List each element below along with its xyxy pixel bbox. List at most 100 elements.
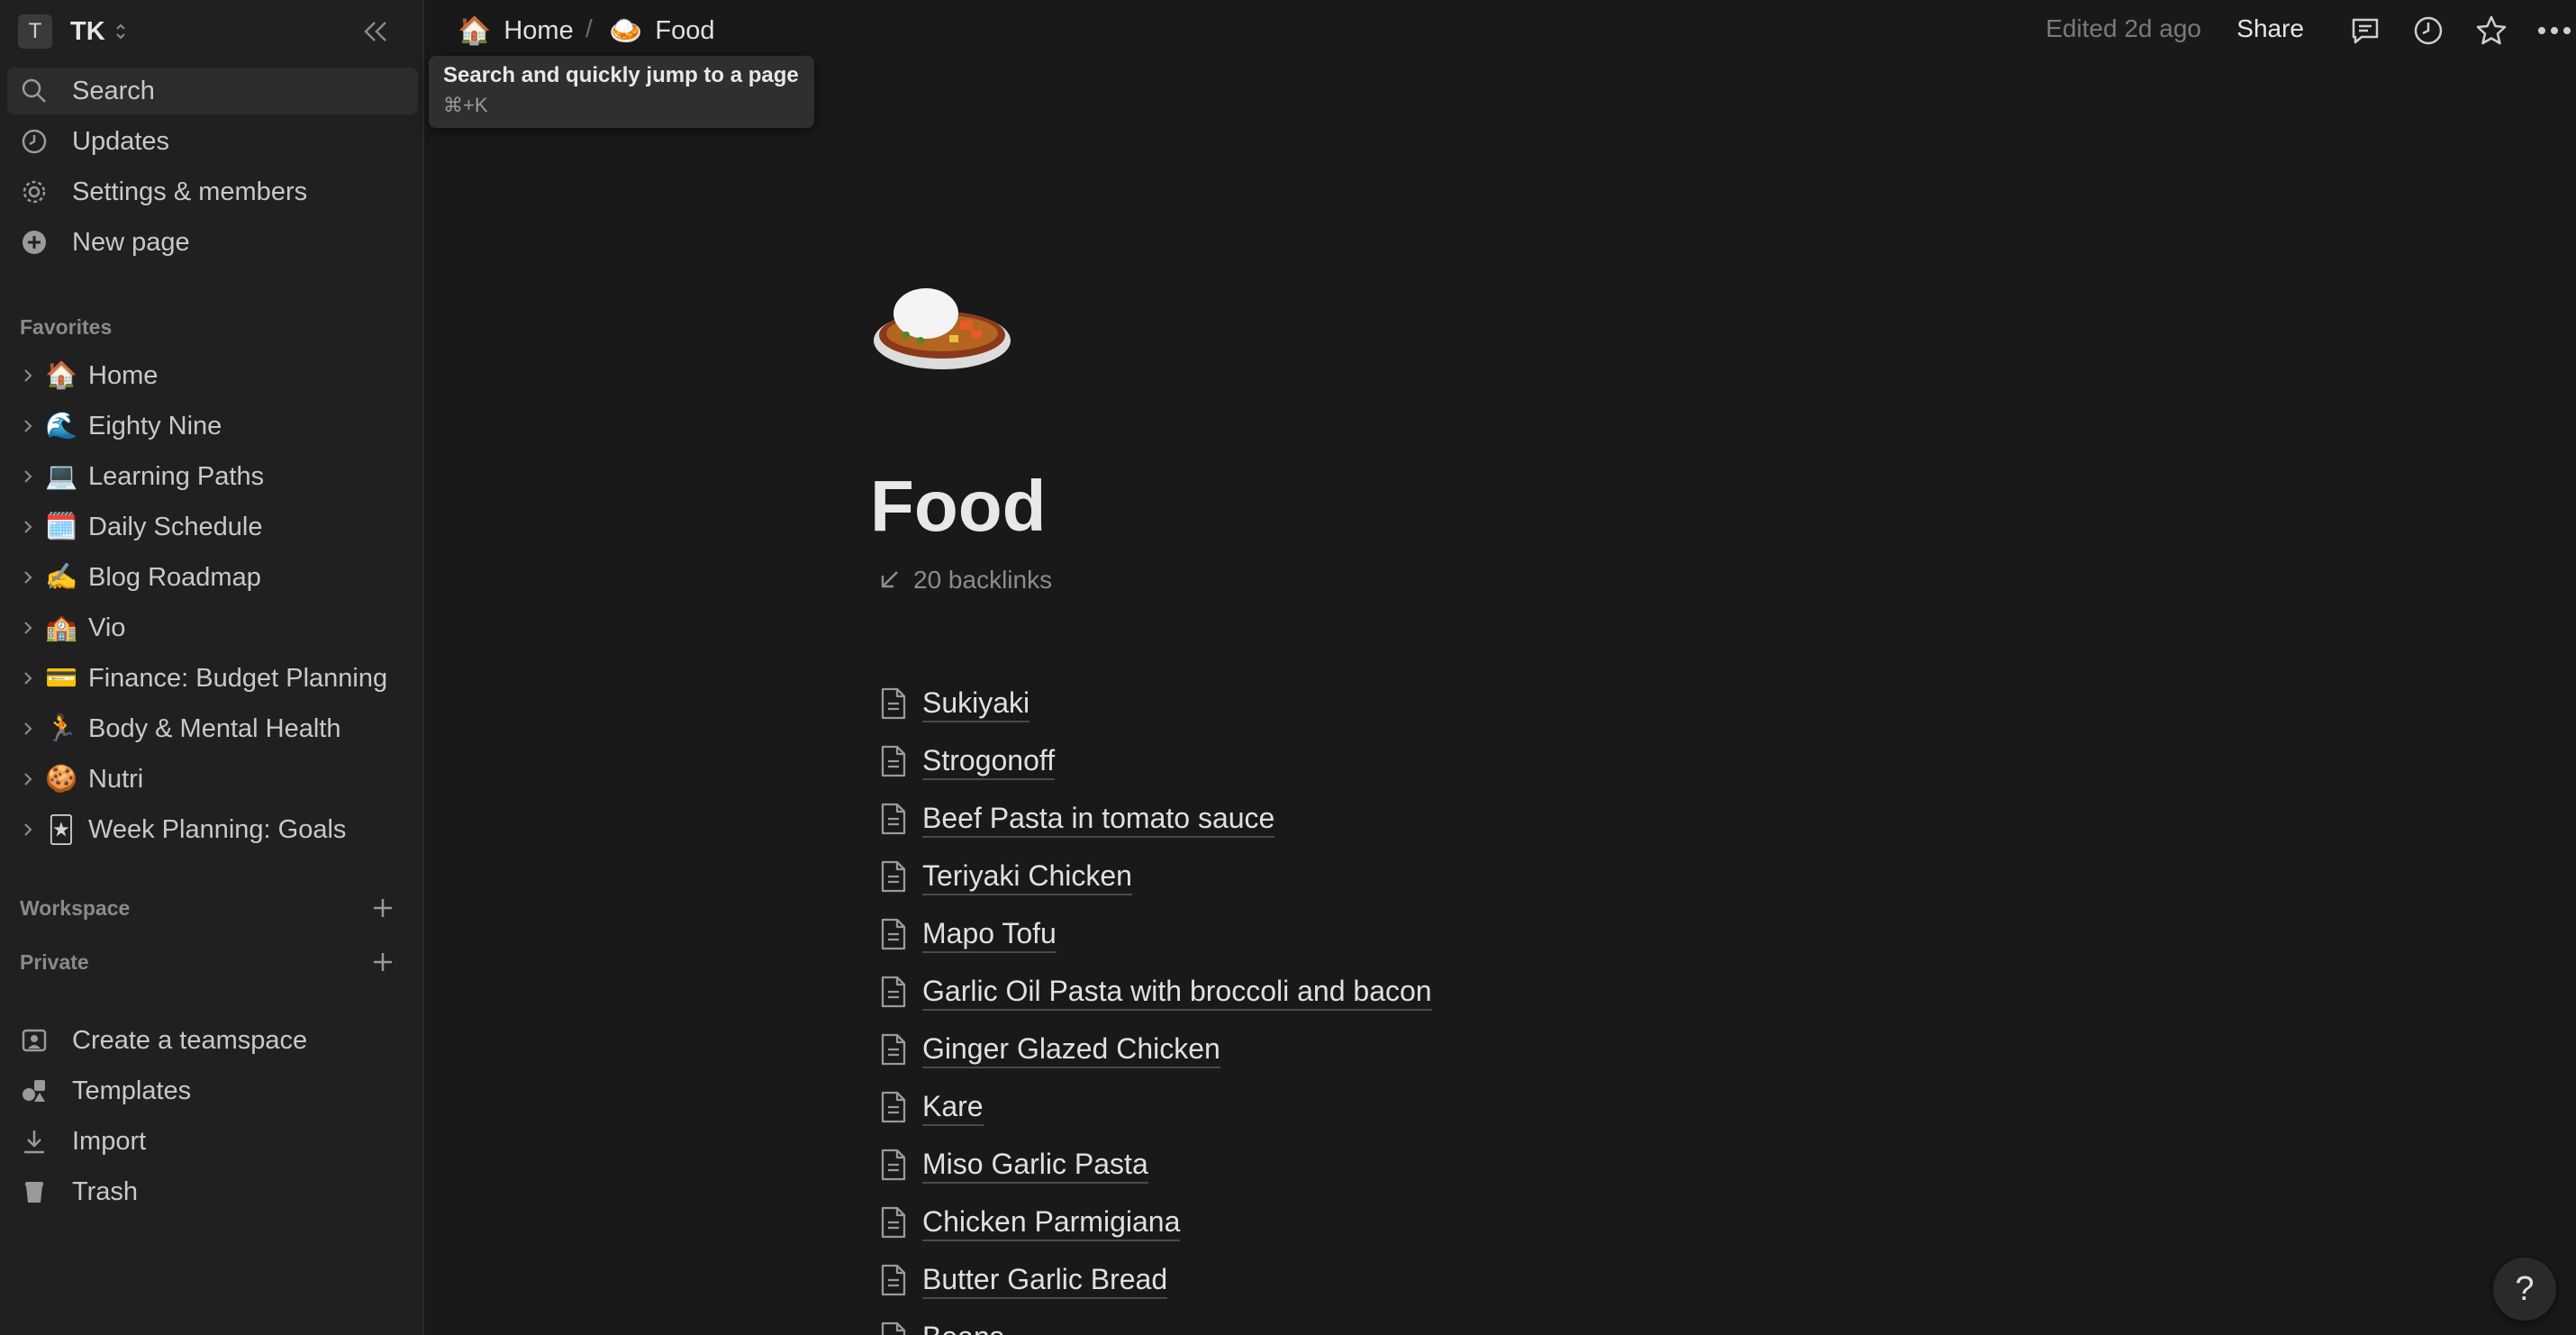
sidebar-trash[interactable]: Trash	[7, 1168, 418, 1215]
chevron-right-icon[interactable]	[14, 756, 41, 803]
page-link-item[interactable]: Beef Pasta in tomato sauce	[875, 795, 1275, 842]
writing-hand-emoji-icon: ✍️	[44, 563, 78, 592]
favorite-label: Nutri	[88, 764, 144, 794]
page-link-label: Ginger Glazed Chicken	[922, 1031, 1220, 1068]
workspace-heading[interactable]: Workspace	[20, 896, 130, 921]
favorite-item-eighty-nine[interactable]: 🌊 Eighty Nine	[7, 403, 418, 450]
workspace-switcher[interactable]: T TK	[18, 14, 127, 49]
page-link-label: Beef Pasta in tomato sauce	[922, 800, 1275, 838]
backlinks-button[interactable]: 20 backlinks	[875, 566, 1052, 595]
favorites-heading: Favorites	[20, 315, 113, 339]
favorite-item-week-planning[interactable]: 🃏 Week Planning: Goals	[7, 806, 418, 853]
page-link-item[interactable]: Chicken Parmigiana	[875, 1199, 1181, 1246]
favorite-star-icon[interactable]	[2473, 13, 2509, 49]
joker-card-emoji-icon: 🃏	[48, 815, 75, 845]
laptop-emoji-icon: 💻	[44, 462, 78, 491]
page-link-item[interactable]: Miso Garlic Pasta	[875, 1141, 1148, 1188]
page-link-label: Sukiyaki	[922, 685, 1030, 722]
credit-card-emoji-icon: 💳	[44, 664, 78, 693]
gear-icon	[14, 168, 54, 215]
sidebar-templates[interactable]: Templates	[7, 1067, 418, 1114]
chevron-right-icon[interactable]	[14, 554, 41, 601]
sidebar-import[interactable]: Import	[7, 1118, 418, 1165]
topbar: 🏠 Home / 🍛 Food Edited 2d ago Share	[425, 0, 2576, 61]
favorite-item-vio[interactable]: 🏫 Vio	[7, 604, 418, 651]
arrow-down-left-icon	[881, 571, 898, 588]
curry-emoji-icon: 🍛	[609, 15, 643, 46]
page-link-item[interactable]: Garlic Oil Pasta with broccoli and bacon	[875, 968, 1432, 1015]
page-title[interactable]: Food	[870, 465, 1046, 548]
page-document-icon	[875, 1144, 912, 1185]
sidebar-search[interactable]: Search	[7, 68, 418, 114]
sidebar-settings[interactable]: Settings & members	[7, 168, 418, 215]
page-document-icon	[875, 798, 912, 840]
curry-rice-page-icon[interactable]	[870, 270, 1014, 378]
add-private-page-icon[interactable]	[369, 949, 396, 976]
page-link-item[interactable]: Beans	[875, 1314, 1004, 1335]
private-heading[interactable]: Private	[20, 950, 89, 975]
favorite-label: Home	[88, 360, 159, 390]
sidebar: T TK Search Updates Settings & members N…	[0, 0, 424, 1335]
more-options-icon[interactable]	[2536, 13, 2572, 49]
chevron-right-icon[interactable]	[14, 705, 41, 752]
sidebar-import-label: Import	[72, 1126, 147, 1156]
sidebar-trash-label: Trash	[72, 1176, 139, 1206]
page-link-item[interactable]: Teriyaki Chicken	[875, 853, 1132, 900]
workspace-name: TK	[70, 16, 105, 46]
page-document-icon	[875, 683, 912, 724]
page-link-label: Teriyaki Chicken	[922, 858, 1132, 895]
breadcrumb-home-label: Home	[503, 15, 574, 45]
favorite-label: Learning Paths	[88, 461, 265, 491]
page-document-icon	[875, 856, 912, 897]
favorite-item-nutri[interactable]: 🍪 Nutri	[7, 756, 418, 803]
chevron-up-down-icon	[115, 23, 125, 40]
favorite-item-daily-schedule[interactable]: 🗓️ Daily Schedule	[7, 504, 418, 550]
favorite-item-body-mental-health[interactable]: 🏃 Body & Mental Health	[7, 705, 418, 752]
favorite-item-learning-paths[interactable]: 💻 Learning Paths	[7, 453, 418, 500]
sidebar-updates-label: Updates	[72, 126, 170, 156]
page-link-item[interactable]: Strogonoff	[875, 738, 1056, 785]
page-link-item[interactable]: Kare	[875, 1084, 984, 1131]
sidebar-new-page[interactable]: New page	[7, 219, 418, 266]
chevron-right-icon[interactable]	[14, 504, 41, 550]
sidebar-search-label: Search	[72, 76, 155, 105]
page-link-item[interactable]: Ginger Glazed Chicken	[875, 1026, 1220, 1073]
favorite-item-home[interactable]: 🏠 Home	[7, 352, 418, 399]
page-document-icon	[875, 1317, 912, 1335]
chevron-right-icon[interactable]	[14, 453, 41, 500]
chevron-right-icon[interactable]	[14, 806, 41, 853]
chevron-right-icon[interactable]	[14, 352, 41, 399]
page-link-label: Garlic Oil Pasta with broccoli and bacon	[922, 973, 1432, 1011]
search-tooltip: Search and quickly jump to a page ⌘+K	[429, 56, 814, 128]
page-link-item[interactable]: Butter Garlic Bread	[875, 1257, 1168, 1303]
share-button[interactable]: Share	[2236, 14, 2304, 43]
chevron-right-icon[interactable]	[14, 655, 41, 702]
page-link-label: Chicken Parmigiana	[922, 1203, 1181, 1241]
add-workspace-page-icon[interactable]	[369, 895, 396, 922]
page-link-item[interactable]: Sukiyaki	[875, 680, 1030, 727]
comments-icon[interactable]	[2347, 13, 2383, 49]
favorite-item-finance[interactable]: 💳 Finance: Budget Planning	[7, 655, 418, 702]
chevron-right-icon[interactable]	[14, 604, 41, 651]
calendar-emoji-icon: 🗓️	[44, 513, 78, 541]
help-button[interactable]: ?	[2493, 1258, 2556, 1321]
history-clock-icon[interactable]	[2410, 13, 2446, 49]
chevron-right-icon[interactable]	[14, 403, 41, 450]
sidebar-create-teamspace[interactable]: Create a teamspace	[7, 1017, 418, 1064]
favorite-label: Eighty Nine	[88, 411, 222, 440]
page-link-item[interactable]: Mapo Tofu	[875, 911, 1057, 958]
home-emoji-icon: 🏠	[458, 15, 492, 46]
sidebar-create-teamspace-label: Create a teamspace	[72, 1025, 308, 1055]
breadcrumb-home[interactable]: 🏠 Home	[458, 11, 574, 50]
collapse-sidebar-icon[interactable]	[357, 16, 393, 47]
favorite-item-blog-roadmap[interactable]: ✍️ Blog Roadmap	[7, 554, 418, 601]
backlinks-count: 20 backlinks	[913, 566, 1053, 594]
page-link-label: Butter Garlic Bread	[922, 1261, 1168, 1299]
sidebar-updates[interactable]: Updates	[7, 118, 418, 165]
page-document-icon	[875, 913, 912, 955]
page-link-label: Mapo Tofu	[922, 915, 1057, 953]
favorite-label: Blog Roadmap	[88, 562, 261, 592]
breadcrumb-food-label: Food	[655, 15, 715, 45]
tooltip-title: Search and quickly jump to a page	[443, 63, 799, 87]
breadcrumb-food[interactable]: 🍛 Food	[609, 11, 714, 50]
